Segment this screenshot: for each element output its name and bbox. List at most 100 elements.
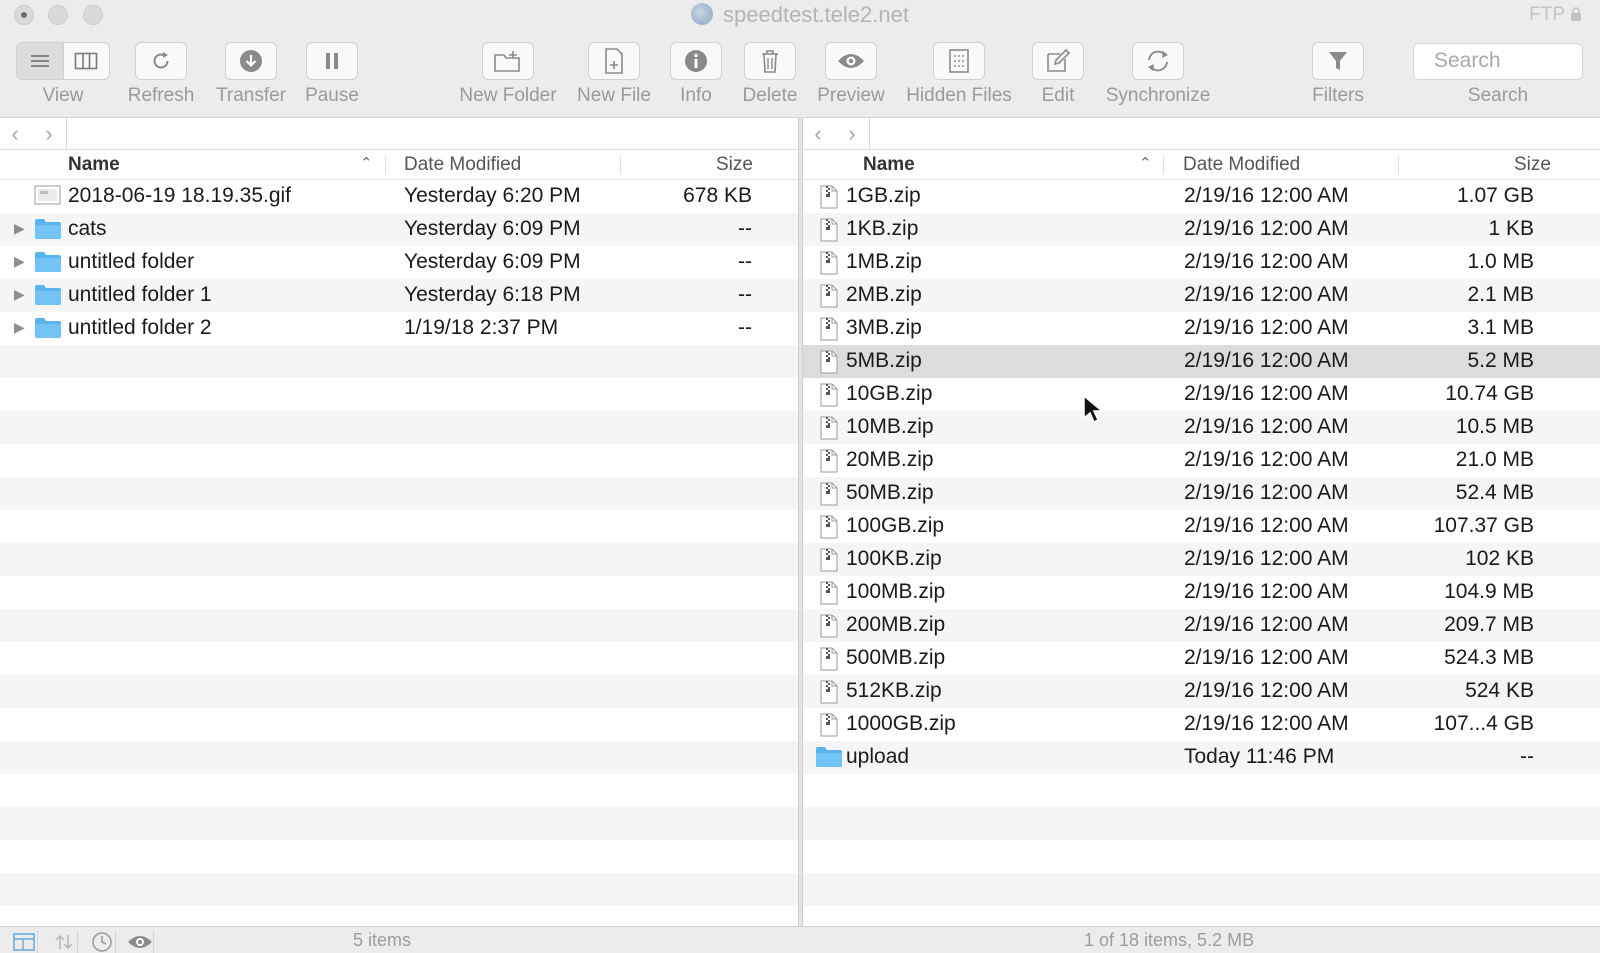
forward-button[interactable]: ›	[38, 121, 60, 147]
folder-row[interactable]: ▶ cats Yesterday 6:09 PM --	[0, 213, 798, 246]
file-row[interactable]: 50MB.zip 2/19/16 12:00 AM 52.4 MB	[803, 477, 1600, 510]
size-column-header[interactable]: Size	[1514, 154, 1551, 176]
file-row[interactable]: 512KB.zip 2/19/16 12:00 AM 524 KB	[803, 675, 1600, 708]
toolbar: speedtest.tele2.net FTP View Refresh Tra…	[0, 0, 1600, 118]
hidden-files-button[interactable]: Hidden Files	[903, 42, 1015, 107]
zip-icon	[820, 482, 838, 512]
file-row[interactable]: 10GB.zip 2/19/16 12:00 AM 10.74 GB	[803, 378, 1600, 411]
column-divider[interactable]	[1163, 156, 1164, 174]
delete-button-face[interactable]	[744, 42, 796, 80]
sort-ascending-icon[interactable]: ⌃	[1139, 154, 1152, 172]
file-size: 10.74 GB	[1445, 382, 1534, 405]
file-row[interactable]: 1MB.zip 2/19/16 12:00 AM 1.0 MB	[803, 246, 1600, 279]
folder-row[interactable]: ▶ upload Today 11:46 PM --	[803, 741, 1600, 774]
pencil-icon	[1047, 48, 1071, 72]
folder-row[interactable]: ▶ untitled folder 2 1/19/18 2:37 PM --	[0, 312, 798, 345]
file-row[interactable]: 5MB.zip 2/19/16 12:00 AM 5.2 MB	[803, 345, 1600, 378]
filters-button-face[interactable]	[1312, 42, 1364, 80]
file-row[interactable]: 1KB.zip 2/19/16 12:00 AM 1 KB	[803, 213, 1600, 246]
zip-icon	[820, 548, 838, 578]
name-column-header[interactable]: Name	[68, 154, 120, 176]
edit-button-face[interactable]	[1032, 42, 1084, 80]
file-size: 104.9 MB	[1444, 580, 1534, 603]
refresh-button[interactable]: Refresh	[127, 42, 195, 107]
zip-icon	[820, 251, 838, 281]
date-column-header[interactable]: Date Modified	[1183, 154, 1300, 176]
disclosure-triangle-icon[interactable]: ▶	[803, 748, 804, 765]
quicklook-button[interactable]	[126, 931, 154, 953]
file-name: 3MB.zip	[846, 316, 922, 339]
file-name: upload	[846, 745, 910, 768]
folder-row[interactable]: ▶ untitled folder Yesterday 6:09 PM --	[0, 246, 798, 279]
size-column-header[interactable]: Size	[716, 154, 753, 176]
date-modified: 2/19/16 12:00 AM	[1184, 217, 1349, 240]
download-icon	[240, 50, 262, 72]
new-folder-button[interactable]: New Folder	[456, 42, 560, 107]
transfer-button[interactable]: Transfer	[214, 42, 288, 107]
file-row[interactable]: 200MB.zip 2/19/16 12:00 AM 209.7 MB	[803, 609, 1600, 642]
pause-button[interactable]: Pause	[304, 42, 360, 107]
disclosure-triangle-icon[interactable]: ▶	[14, 220, 25, 237]
column-view-button[interactable]	[64, 43, 110, 79]
file-row[interactable]: 100MB.zip 2/19/16 12:00 AM 104.9 MB	[803, 576, 1600, 609]
column-divider[interactable]	[620, 156, 621, 174]
zip-icon	[820, 581, 838, 611]
filters-button[interactable]: Filters	[1310, 42, 1366, 107]
search-input[interactable]: Search	[1413, 43, 1583, 80]
empty-row	[0, 477, 798, 510]
new-file-button[interactable]: New File	[575, 42, 653, 107]
name-column-header[interactable]: Name	[863, 154, 915, 176]
synchronize-button[interactable]: Synchronize	[1102, 42, 1214, 107]
new-folder-button-face[interactable]	[482, 42, 534, 80]
preview-button[interactable]: Preview	[815, 42, 887, 107]
file-row[interactable]: 1GB.zip 2/19/16 12:00 AM 1.07 GB	[803, 180, 1600, 213]
transfers-button[interactable]	[50, 931, 78, 953]
disclosure-triangle-icon[interactable]: ▶	[14, 319, 25, 336]
forward-button[interactable]: ›	[841, 121, 863, 147]
transfer-button-face[interactable]	[225, 42, 277, 80]
mouse-pointer-icon	[1083, 395, 1103, 424]
disclosure-triangle-icon[interactable]: ▶	[14, 253, 25, 270]
protocol-label: FTP	[1529, 4, 1565, 25]
synchronize-button-face[interactable]	[1132, 42, 1184, 80]
file-row[interactable]: 100KB.zip 2/19/16 12:00 AM 102 KB	[803, 543, 1600, 576]
sort-ascending-icon[interactable]: ⌃	[360, 154, 373, 172]
toggle-pane-button[interactable]	[10, 931, 38, 953]
gif-icon	[34, 185, 61, 211]
info-button[interactable]: Info	[670, 42, 722, 107]
empty-row	[0, 840, 798, 873]
file-row[interactable]: 2MB.zip 2/19/16 12:00 AM 2.1 MB	[803, 279, 1600, 312]
column-divider[interactable]	[1398, 156, 1399, 174]
column-divider[interactable]	[385, 156, 386, 174]
file-row[interactable]: 10MB.zip 2/19/16 12:00 AM 10.5 MB	[803, 411, 1600, 444]
nav-divider	[869, 118, 870, 150]
file-row[interactable]: 3MB.zip 2/19/16 12:00 AM 3.1 MB	[803, 312, 1600, 345]
file-row[interactable]: 1000GB.zip 2/19/16 12:00 AM 107...4 GB	[803, 708, 1600, 741]
history-button[interactable]	[88, 931, 116, 953]
new-file-button-face[interactable]	[588, 42, 640, 80]
empty-row	[0, 378, 798, 411]
back-button[interactable]: ‹	[807, 121, 829, 147]
file-row[interactable]: 2018-06-19 18.19.35.gif Yesterday 6:20 PM…	[0, 180, 798, 213]
back-button[interactable]: ‹	[4, 121, 26, 147]
pause-button-face[interactable]	[306, 42, 358, 80]
file-row[interactable]: 20MB.zip 2/19/16 12:00 AM 21.0 MB	[803, 444, 1600, 477]
file-row[interactable]: 500MB.zip 2/19/16 12:00 AM 524.3 MB	[803, 642, 1600, 675]
preview-button-face[interactable]	[825, 42, 877, 80]
info-button-face[interactable]	[670, 42, 722, 80]
filters-label: Filters	[1312, 85, 1364, 106]
empty-row	[803, 774, 1600, 807]
edit-button[interactable]: Edit	[1032, 42, 1084, 107]
delete-button[interactable]: Delete	[740, 42, 800, 107]
folder-row[interactable]: ▶ untitled folder 1 Yesterday 6:18 PM --	[0, 279, 798, 312]
date-column-header[interactable]: Date Modified	[404, 154, 521, 176]
transfer-label: Transfer	[215, 85, 287, 106]
list-view-button[interactable]	[17, 43, 64, 79]
view-segmented-control[interactable]	[16, 42, 110, 80]
hidden-files-button-face[interactable]	[933, 42, 985, 80]
refresh-button-face[interactable]	[135, 42, 187, 80]
file-row[interactable]: 100GB.zip 2/19/16 12:00 AM 107.37 GB	[803, 510, 1600, 543]
pane-layout-icon	[12, 933, 35, 951]
zip-icon	[820, 350, 838, 380]
disclosure-triangle-icon[interactable]: ▶	[14, 286, 25, 303]
